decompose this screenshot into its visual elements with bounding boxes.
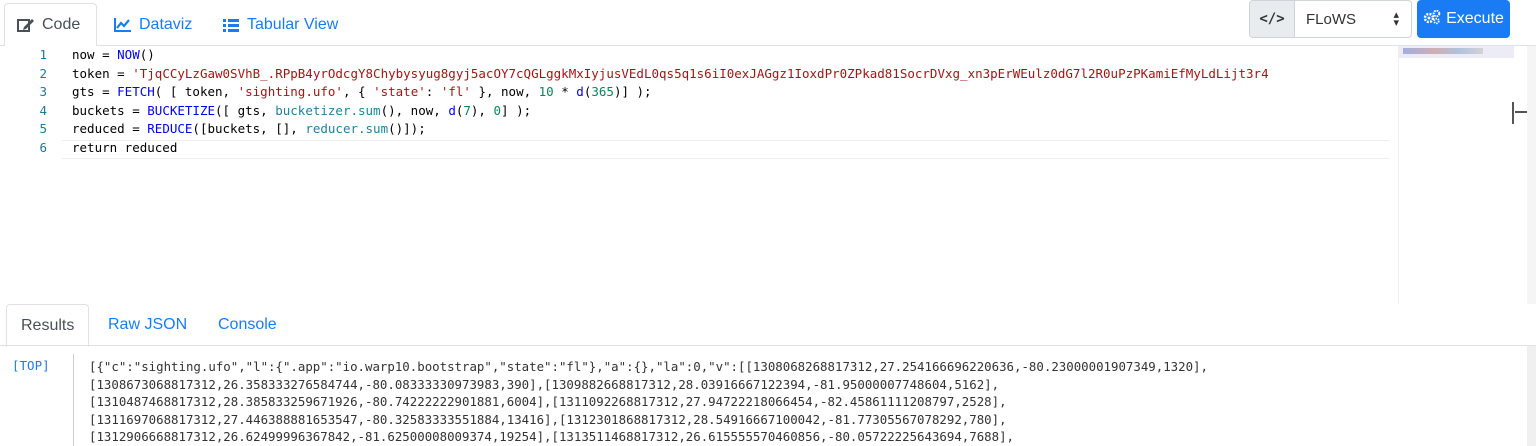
code-token: d xyxy=(576,84,584,99)
tab-tabular-view-label: Tabular View xyxy=(247,15,339,33)
tab-results-label: Results xyxy=(21,316,75,334)
code-token: ()]); xyxy=(388,121,426,136)
code-text-area[interactable]: now = NOW() token = 'TjqCCyLzGaw0SVhB_.RP… xyxy=(72,46,1390,157)
result-line: [1308673068817312,26.358333276584744,-80… xyxy=(89,376,1000,392)
code-token: 0 xyxy=(493,102,502,118)
code-token: FETCH xyxy=(117,84,155,99)
code-token: 10 xyxy=(538,84,554,99)
code-line[interactable]: token = 'TjqCCyLzGaw0SVhB_.RPpB4yrOdcgY8… xyxy=(72,65,1390,84)
editor-scrollbar[interactable] xyxy=(1527,46,1536,304)
list-icon xyxy=(222,17,240,33)
code-token: ([buckets, [], xyxy=(192,121,306,136)
tab-raw-json-label: Raw JSON xyxy=(108,316,188,333)
result-line: [{"c":"sighting.ufo","l":{".app":"io.war… xyxy=(89,359,1208,374)
code-token: return reduced xyxy=(72,139,178,155)
code-token: 'TjqCCyLzGaw0SVhB_.RPpB4yrOdcgY8Chybysyu… xyxy=(132,65,1269,81)
code-token: )] ); xyxy=(613,84,652,99)
code-line[interactable]: reduced = REDUCE([buckets, [], reducer.s… xyxy=(72,120,1390,139)
tab-code[interactable]: Code xyxy=(4,3,97,47)
line-number: 1 xyxy=(39,47,47,62)
tab-code-label: Code xyxy=(42,16,81,33)
code-token: d xyxy=(448,102,456,118)
result-line: [1312906668817312,26.62499996367842,-81.… xyxy=(89,429,1015,444)
code-line[interactable]: gts = FETCH( [ token, 'sighting.ufo', { … xyxy=(72,83,1390,102)
code-token: REDUCE xyxy=(147,121,193,136)
code-token: reducer.sum xyxy=(305,121,389,136)
result-line: [1310487468817312,28.385833259671926,-80… xyxy=(89,394,1007,409)
code-mode-button[interactable]: </> xyxy=(1249,0,1295,38)
code-token: now = xyxy=(72,47,118,62)
code-token: 'sighting.ufo' xyxy=(237,84,343,99)
code-token: ), xyxy=(470,102,494,118)
line-number: 4 xyxy=(39,102,47,118)
line-number: 6 xyxy=(39,139,47,155)
tab-console-label: Console xyxy=(218,316,277,333)
code-token: : xyxy=(425,84,441,99)
code-token: 7 xyxy=(463,102,471,118)
minimap-preview xyxy=(1403,48,1483,54)
code-token: , { xyxy=(342,84,374,99)
stack-divider xyxy=(73,354,74,446)
code-token: ] ); xyxy=(501,102,532,118)
code-token: ( [ token, xyxy=(154,84,238,99)
scroll-tick xyxy=(1515,111,1527,113)
edit-icon xyxy=(17,17,35,33)
tab-results[interactable]: Results xyxy=(6,304,90,347)
tab-raw-json[interactable]: Raw JSON xyxy=(94,304,201,346)
results-scrollbar[interactable] xyxy=(1527,346,1536,446)
code-line[interactable]: now = NOW() xyxy=(72,46,1390,65)
code-token: 365 xyxy=(591,84,614,99)
code-token: () xyxy=(139,47,155,62)
code-token: 'fl' xyxy=(440,84,471,99)
code-token: (), now, xyxy=(380,102,449,118)
result-line: [1311697068817312,27.446388881653547,-80… xyxy=(89,411,1007,427)
results-panel: [TOP] [{"c":"sighting.ufo","l":{".app":"… xyxy=(0,346,1536,446)
stack-value[interactable]: [{"c":"sighting.ufo","l":{".app":"io.war… xyxy=(89,358,1519,446)
execute-button[interactable]: Execute xyxy=(1417,0,1510,38)
tab-console[interactable]: Console xyxy=(204,304,291,346)
code-token: bucketizer.sum xyxy=(275,102,381,118)
code-token: 'state' xyxy=(373,84,426,99)
tab-dataviz-label: Dataviz xyxy=(139,15,193,33)
code-token: gts = xyxy=(72,84,118,99)
code-line[interactable]: return reduced xyxy=(72,139,1390,158)
language-select[interactable]: FLoWS ▴ ▾ xyxy=(1294,0,1412,38)
code-token: NOW xyxy=(117,47,140,62)
stack-level-label: [TOP] xyxy=(12,358,50,373)
code-token: }, now, xyxy=(470,84,539,99)
results-tabs: Results Raw JSON Console xyxy=(0,304,1536,347)
line-chart-icon xyxy=(114,17,132,33)
minimap[interactable] xyxy=(1398,46,1514,304)
code-token: reduced = xyxy=(72,121,148,136)
tab-dataviz[interactable]: Dataviz xyxy=(102,3,204,46)
code-editor[interactable]: 1 2 3 4 5 6 now = NOW() token = 'TjqCCyLz… xyxy=(0,46,1536,304)
code-token: BUCKETIZE xyxy=(147,102,215,118)
select-arrows-icon: ▴ ▾ xyxy=(1393,9,1399,29)
line-number: 2 xyxy=(39,65,47,81)
code-token: ([ gts, xyxy=(215,102,276,118)
line-number-gutter: 1 2 3 4 5 6 xyxy=(0,46,62,157)
gears-icon xyxy=(1423,9,1441,30)
scroll-position-marker xyxy=(1512,102,1514,124)
code-token: * xyxy=(553,84,577,99)
language-select-value: FLoWS xyxy=(1306,10,1357,28)
code-icon: </> xyxy=(1259,11,1285,27)
execute-label: Execute xyxy=(1446,10,1504,27)
line-number: 3 xyxy=(39,84,47,99)
tab-tabular-view[interactable]: Tabular View xyxy=(210,3,350,46)
code-token: token = xyxy=(72,65,133,81)
code-line[interactable]: buckets = BUCKETIZE([ gts, bucketizer.su… xyxy=(72,102,1390,121)
code-token: buckets = xyxy=(72,102,148,118)
line-number: 5 xyxy=(39,121,47,136)
